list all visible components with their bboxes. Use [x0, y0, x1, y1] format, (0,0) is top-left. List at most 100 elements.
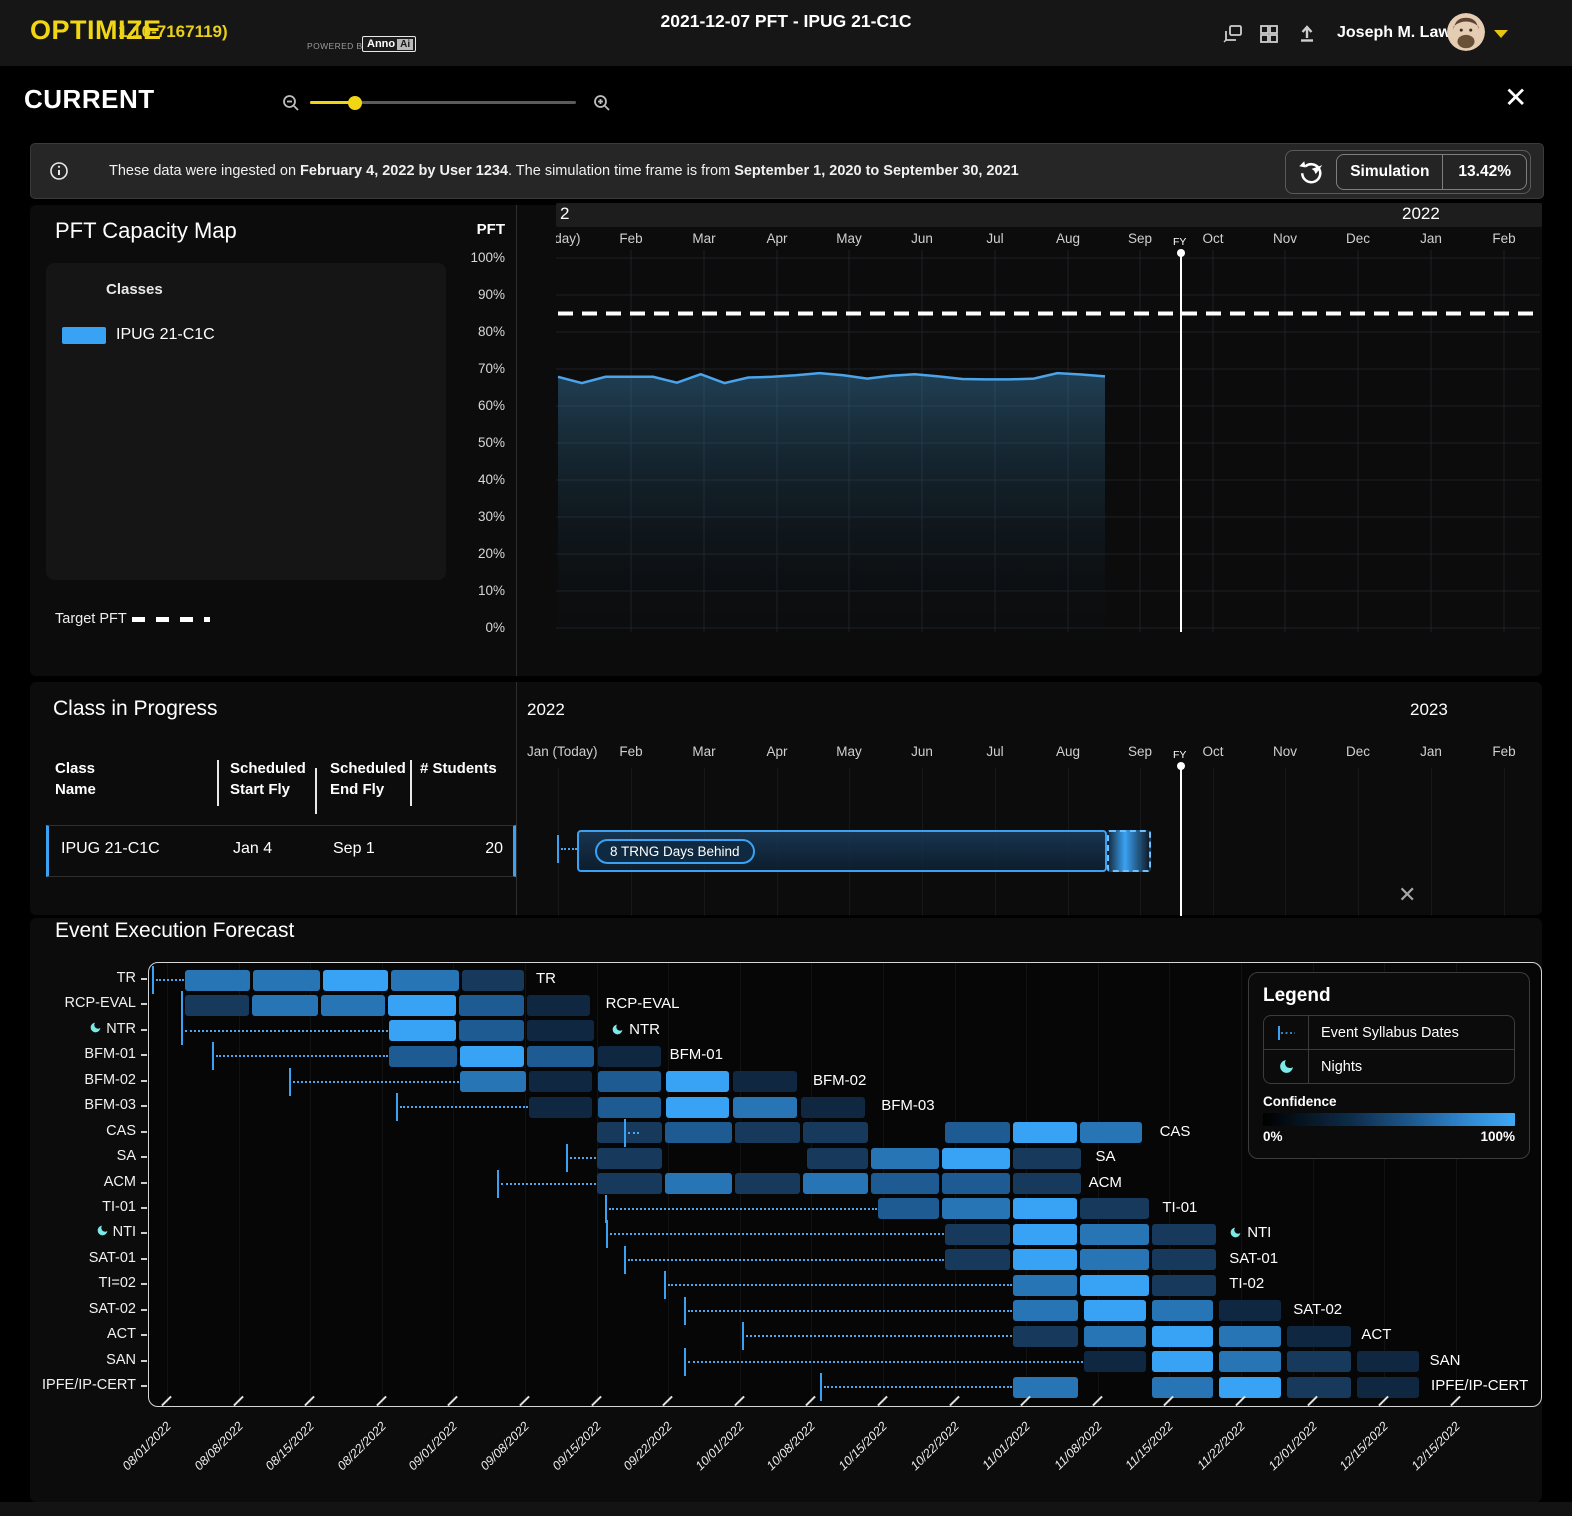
gantt-bar-segment: [529, 1097, 593, 1118]
pft-panel-divider: [516, 205, 517, 676]
gantt-row-right-label: TR: [536, 970, 556, 987]
cip-months-row: Jan (Today)FebMarAprMayJunJulAugSepOctNo…: [520, 744, 1542, 764]
syllabus-dotted-line: [610, 1233, 944, 1235]
gantt-bar-segment: [666, 1097, 728, 1118]
gantt-row-right-label: NTI: [1229, 1224, 1271, 1241]
zoom-out-icon[interactable]: [281, 93, 301, 113]
gantt-bar-segment: [323, 970, 388, 991]
simulation-refresh-icon[interactable]: [1286, 157, 1336, 187]
cip-fy-line: [1180, 766, 1182, 916]
pft-y-tick: 30%: [435, 509, 505, 524]
month-label: Feb: [619, 744, 642, 759]
gantt-bar-segment: [945, 1224, 1010, 1245]
zoom-slider-thumb[interactable]: [348, 96, 362, 110]
avatar[interactable]: [1447, 13, 1485, 51]
col-class-line2: Name: [55, 779, 96, 800]
cell-class-name: IPUG 21-C1C: [61, 840, 160, 858]
classes-card: Classes IPUG 21-C1C: [46, 263, 446, 580]
gantt-bar-segment: [945, 1122, 1010, 1143]
forecast-row-label: CAS: [5, 1123, 136, 1139]
forecast-row-tick: [141, 1232, 147, 1234]
windows-duplicate-icon[interactable]: [1222, 23, 1244, 45]
syllabus-date-marker: [566, 1144, 568, 1172]
syllabus-date-marker: [664, 1271, 666, 1299]
user-menu-caret-icon[interactable]: [1494, 30, 1508, 38]
forecast-x-label: 12/15/2022: [1314, 1419, 1391, 1496]
gantt-bar-segment: [666, 1071, 728, 1092]
close-view-icon[interactable]: ✕: [1504, 84, 1527, 112]
forecast-x-label: 11/22/2022: [1171, 1419, 1248, 1496]
forecast-row-tick: [141, 1182, 147, 1184]
zoom-in-icon[interactable]: [592, 93, 612, 113]
forecast-row-tick: [141, 1385, 147, 1387]
gantt-bar-segment: [597, 1148, 662, 1169]
cell-students: 20: [485, 840, 503, 858]
class-table-row[interactable]: IPUG 21-C1C Jan 4 Sep 1 20: [46, 825, 516, 877]
pft-map-title: PFT Capacity Map: [55, 218, 237, 244]
month-label: May: [836, 744, 862, 759]
month-label: Nov: [1273, 744, 1297, 759]
syllabus-date-marker: [684, 1348, 686, 1376]
syllabus-date-marker: [212, 1042, 214, 1070]
forecast-row-label: BFM-03: [5, 1097, 136, 1113]
pft-y-tick: 50%: [435, 435, 505, 450]
forecast-x-label: 09/22/2022: [598, 1419, 675, 1496]
pft-y-tick: 80%: [435, 324, 505, 339]
forecast-x-label: 10/01/2022: [670, 1419, 747, 1496]
month-label: Mar: [692, 231, 715, 246]
gantt-row-right-label: BFM-03: [881, 1097, 934, 1114]
gantt-bar-segment: [942, 1198, 1010, 1219]
gantt-bar-segment: [1084, 1326, 1146, 1347]
class-gantt-chart: 2022 2023 Jan (Today)FebMarAprMayJunJulA…: [520, 698, 1542, 918]
syllabus-dotted-line: [185, 1030, 388, 1032]
pft-y-tick: 20%: [435, 546, 505, 561]
gantt-bar-segment: [529, 1071, 593, 1092]
month-label: Feb: [619, 231, 642, 246]
cip-gridline: [1504, 768, 1505, 916]
pft-months-row: (Today)FebMarAprMayJunJulAugSepOctNovDec…: [556, 231, 1542, 251]
forecast-row-label: TR: [5, 970, 136, 986]
moon-icon: [1229, 1226, 1242, 1239]
syllabus-date-marker: [606, 1220, 608, 1248]
month-label: Apr: [766, 231, 787, 246]
forecast-row-tick: [141, 1283, 147, 1285]
month-label: Jun: [911, 231, 933, 246]
month-label: Feb: [1492, 744, 1515, 759]
month-label: Apr: [766, 744, 787, 759]
gantt-bar-segment: [807, 1148, 868, 1169]
gantt-bar-segment: [598, 1097, 660, 1118]
syllabus-date-marker: [181, 991, 183, 1019]
forecast-gridline: [167, 963, 168, 1406]
gantt-bar-segment: [942, 1148, 1010, 1169]
upload-icon[interactable]: [1296, 21, 1318, 43]
gantt-bar-segment: [1013, 1300, 1078, 1321]
gantt-bar-segment: [462, 970, 524, 991]
gantt-bar-segment: [527, 995, 589, 1016]
cip-year-left: 2022: [527, 700, 565, 720]
legend-item-syllabus: Event Syllabus Dates: [1264, 1016, 1514, 1049]
syllabus-date-marker: [152, 966, 154, 994]
column-separator: [315, 768, 317, 814]
forecast-row-tick: [141, 1080, 147, 1082]
gantt-row-right-label: ACT: [1361, 1326, 1391, 1343]
gantt-row-right-label: NTR: [611, 1021, 660, 1038]
gantt-row-right-label: CAS: [1160, 1123, 1191, 1140]
gantt-bar-segment: [733, 1071, 797, 1092]
simulation-value: 13.42%: [1443, 163, 1526, 181]
gantt-bar-segment: [1357, 1351, 1419, 1372]
cip-gridline: [1358, 768, 1359, 916]
gantt-row-right-label: SAT-01: [1229, 1250, 1278, 1267]
class-gantt-bar[interactable]: 8 TRNG Days Behind: [577, 830, 1107, 872]
page-title: 2021-12-07 PFT - IPUG 21-C1C: [661, 11, 912, 32]
bottom-strip: [0, 1502, 1572, 1516]
forecast-x-label: 09/08/2022: [455, 1419, 532, 1496]
dismiss-gantt-icon[interactable]: ✕: [1398, 884, 1416, 906]
pft-y-tick: 70%: [435, 361, 505, 376]
class-legend-label[interactable]: IPUG 21-C1C: [116, 326, 215, 344]
simulation-progress: Simulation 13.42%: [1336, 154, 1527, 190]
gantt-bar-segment: [1152, 1377, 1213, 1398]
syllabus-dotted-line: [688, 1361, 1083, 1363]
gantt-bar-segment: [185, 970, 250, 991]
class-gantt-end-segment[interactable]: [1107, 830, 1151, 872]
grid-apps-icon[interactable]: [1258, 23, 1280, 45]
